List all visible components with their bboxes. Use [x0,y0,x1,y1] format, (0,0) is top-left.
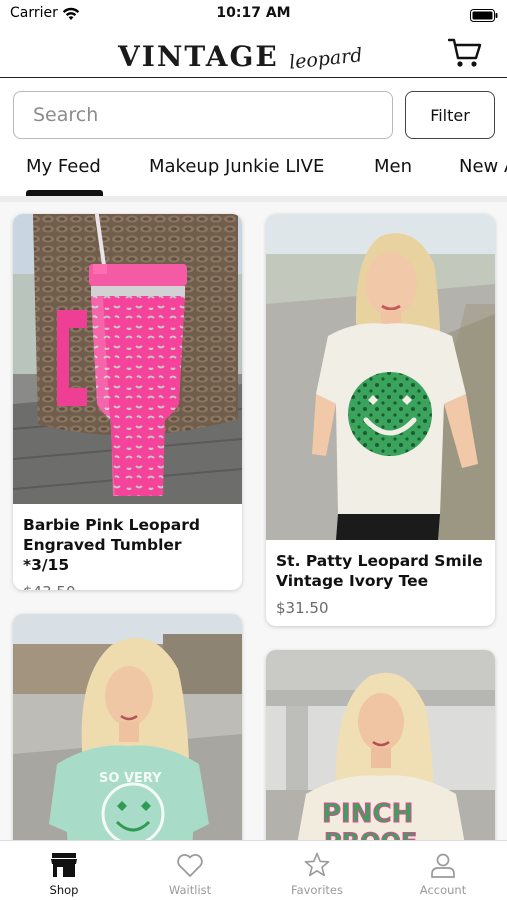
product-title: St. Patty Leopard Smile Vintage Ivory Te… [276,552,483,590]
product-price: $31.50 [276,599,329,617]
nav-favorites[interactable]: Favorites [267,851,367,897]
brand-logo-script: leopard [287,44,364,74]
product-card[interactable]: SO VERY [13,614,242,840]
tab-makeup-junkie-live[interactable]: Makeup Junkie LIVE [149,156,324,177]
battery-icon [470,7,498,26]
filter-button[interactable]: Filter [405,91,495,139]
product-image-tumbler [13,214,242,504]
nav-waitlist[interactable]: Waitlist [140,851,240,897]
tab-men[interactable]: Men [374,156,412,177]
status-bar: Carrier 10:17 AM [0,0,507,28]
product-price: $43.50 [13,575,242,590]
tab-my-feed[interactable]: My Feed [26,156,101,177]
product-title: Barbie Pink Leopard Engraved Tumbler *3/… [23,516,200,574]
product-card[interactable]: Barbie Pink Leopard Engraved Tumbler *3/… [13,214,242,590]
tee-print-text: PROOF [324,828,417,840]
bottom-tab-bar: Shop Waitlist Favorites Account [0,840,507,900]
star-icon [304,852,330,877]
nav-shop[interactable]: Shop [14,851,114,897]
nav-account[interactable]: Account [393,851,493,897]
account-icon [431,853,455,878]
category-tabs: My Feed Makeup Junkie LIVE Men New A [0,148,507,200]
tab-new-arrivals[interactable]: New A [459,156,507,177]
brand-logo-main: VINTAGE [118,40,279,73]
cart-button[interactable] [446,36,484,70]
product-card[interactable]: PINCH PROOF [266,650,495,840]
app-header: VINTAGE leopard [0,28,507,78]
nav-label: Account [419,883,467,897]
shop-icon [51,853,77,877]
search-input[interactable] [13,91,393,139]
product-image-mint-tee: SO VERY [13,614,242,840]
brand-logo[interactable]: VINTAGE leopard [118,34,363,74]
product-image-smile-tee [266,214,495,540]
product-grid: Barbie Pink Leopard Engraved Tumbler *3/… [0,202,507,840]
tee-print-text: PINCH [322,799,413,829]
nav-label: Favorites [291,883,343,897]
heart-icon [177,854,203,877]
cart-icon [448,38,482,67]
nav-label: Shop [49,883,79,897]
product-image-pinch-tee: PINCH PROOF [266,650,495,840]
clock: 10:17 AM [216,5,291,21]
product-card[interactable]: St. Patty Leopard Smile Vintage Ivory Te… [266,214,495,626]
nav-label: Waitlist [168,883,212,897]
